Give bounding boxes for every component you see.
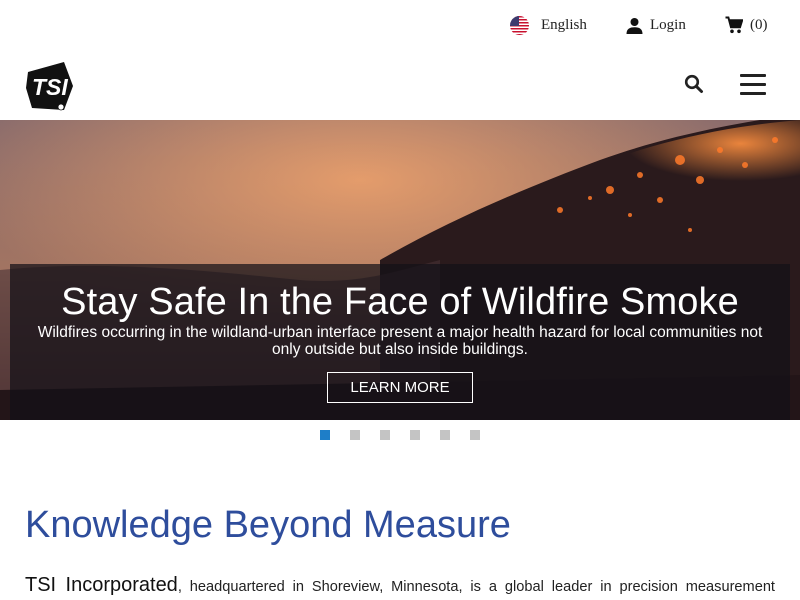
- carousel-dot-3[interactable]: [380, 430, 390, 440]
- hamburger-menu-icon: [740, 74, 766, 77]
- us-flag-icon: [510, 15, 529, 35]
- hero-description: Wildfires occurring in the wildland-urba…: [37, 324, 763, 358]
- section-title: Knowledge Beyond Measure: [25, 504, 511, 546]
- cart-count: (0): [750, 16, 768, 33]
- carousel-dot-2[interactable]: [350, 430, 360, 440]
- tsi-logo[interactable]: TSI: [24, 60, 76, 112]
- login-link[interactable]: Login: [626, 14, 686, 36]
- utility-bar: English Login (0): [0, 0, 800, 50]
- login-label: Login: [650, 16, 686, 33]
- menu-button[interactable]: [738, 72, 768, 96]
- language-label: English: [541, 16, 587, 33]
- intro-text: , headquartered in Shoreview, Minnesota,…: [177, 579, 775, 595]
- hero-title: Stay Safe In the Face of Wildfire Smoke: [61, 281, 739, 323]
- logo-text: TSI: [32, 74, 68, 100]
- carousel-dot-1[interactable]: [320, 430, 330, 440]
- language-selector[interactable]: English: [510, 14, 587, 36]
- carousel-dot-6[interactable]: [470, 430, 480, 440]
- person-icon: [626, 17, 643, 34]
- carousel-dot-4[interactable]: [410, 430, 420, 440]
- search-button[interactable]: [684, 74, 704, 94]
- cart-link[interactable]: (0): [725, 14, 768, 36]
- learn-more-button[interactable]: LEARN MORE: [327, 372, 473, 403]
- carousel-dot-5[interactable]: [440, 430, 450, 440]
- cart-icon: [725, 16, 744, 34]
- search-icon: [684, 74, 703, 93]
- hero-caption-box: Stay Safe In the Face of Wildfire Smoke …: [10, 264, 790, 420]
- company-name: TSI Incorporated: [25, 574, 178, 596]
- intro-paragraph: TSI Incorporated, headquartered in Shore…: [25, 570, 775, 600]
- hero-carousel: Stay Safe In the Face of Wildfire Smoke …: [0, 120, 800, 420]
